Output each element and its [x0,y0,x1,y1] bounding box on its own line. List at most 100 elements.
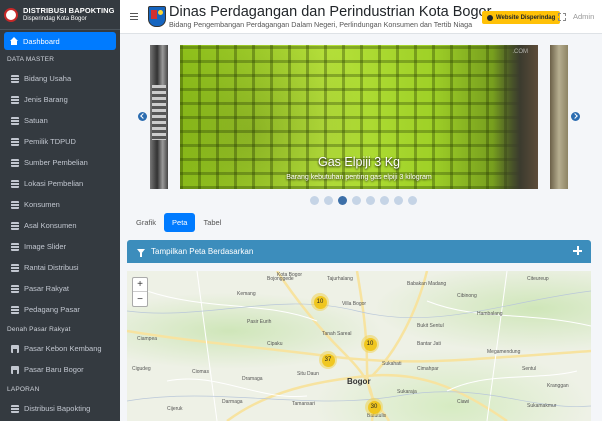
carousel-indicator[interactable] [408,196,417,205]
sidebar-item-pedagang-pasar[interactable]: Pedagang Pasar [0,299,120,320]
map-place-label: Ciawi [457,399,470,405]
sidebar-item-jenis-barang[interactable]: Jenis Barang [0,89,120,110]
section-header-denah-pasar: Denah Pasar Rakyat [7,325,71,333]
map-place-label: Cipaku [267,341,283,347]
carousel-indicator[interactable] [310,196,319,205]
fullscreen-icon[interactable] [558,13,566,21]
sidebar-item-rantai-distribusi[interactable]: Rantai Distribusi [0,257,120,278]
database-icon [11,221,19,230]
map-cluster-marker[interactable]: 30 [365,398,383,416]
sidebar-item-label: Konsumen [24,200,60,209]
sidebar-item-distribusi-bapokting[interactable]: Distribusi Bapokting [0,398,120,419]
map[interactable]: + − 10 10 37 30 Kota Bogor Bogor Ciomas Cibino… [127,271,591,421]
database-icon [11,284,19,293]
filter-label: Tampilkan Peta Berdasarkan [151,247,254,256]
sidebar-item-konsumen[interactable]: Konsumen [0,194,120,215]
map-place-label: Dramaga [242,376,263,382]
sidebar-item-dashboard[interactable]: Dashboard [4,32,116,50]
brand-logo-icon [4,7,18,22]
website-button-label: Website Disperindag [496,14,556,21]
map-place-label: Cigudeg [132,366,151,372]
carousel-prev-arrow-icon[interactable] [138,112,147,121]
carousel-indicator[interactable] [352,196,361,205]
sidebar-item-label: Jenis Barang [24,95,68,104]
database-icon [11,95,19,104]
sidebar-item-label: Pasar Rakyat [24,284,70,293]
section-header-laporan: LAPORAN [7,385,40,393]
map-cluster-marker[interactable]: 10 [361,335,379,353]
map-place-label: Pasir Eurih [247,319,272,325]
carousel-indicator[interactable] [394,196,403,205]
sidebar-item-label: Pemilik TDPUD [24,137,76,146]
sidebar-item-label: Distribusi Bapokting [24,404,91,413]
slide-watermark: .COM [512,49,528,55]
sidebar-item-sumber-pembelian[interactable]: Sumber Pembelian [0,152,120,173]
sidebar-item-bidang-usaha[interactable]: Bidang Usaha [0,68,120,89]
carousel-indicators [310,196,417,205]
map-place-label: Tamansari [292,401,316,407]
slide-caption-subtitle: Barang kebutuhan penting gas elpiji 3 ki… [286,174,432,181]
menu-toggle-icon[interactable] [130,13,138,20]
section-header-data-master: DATA MASTER [7,55,55,63]
brand-title: DISTRIBUSI BAPOKTING [23,5,115,15]
user-menu[interactable]: Admin [573,12,594,21]
map-place-label: Citeureup [527,276,549,282]
map-place-label: Bantar Jati [417,341,441,347]
map-place-label: Kranggan [547,383,569,389]
kota-bogor-logo-icon [148,6,166,27]
sidebar-item-label: Rantai Distribusi [24,263,79,272]
sidebar-item-pasar-baru-bogor[interactable]: Pasar Baru Bogor [0,359,120,380]
map-place-label: Babakan Madang [407,281,447,287]
website-disperindag-button[interactable]: Website Disperindag [482,11,561,24]
brand[interactable]: DISTRIBUSI BAPOKTING Disperindag Kota Bo… [0,0,120,30]
carousel-indicator[interactable] [338,196,347,205]
sidebar-item-pasar-rakyat[interactable]: Pasar Rakyat [0,278,120,299]
sidebar-item-label: Pedagang Pasar [24,305,80,314]
tab-peta[interactable]: Peta [164,213,196,232]
sidebar: DISTRIBUSI BAPOKTING Disperindag Kota Bo… [0,0,120,421]
filter-card-header[interactable]: Tampilkan Peta Berdasarkan [127,240,591,263]
tab-grafik[interactable]: Grafik [128,213,164,232]
carousel-indicator[interactable] [380,196,389,205]
home-icon [10,37,18,45]
zoom-in-button[interactable]: + [133,278,147,292]
map-place-label: Situ Daun [297,371,319,377]
sidebar-item-label: Bidang Usaha [24,74,72,83]
cluster-count: 37 [321,353,335,367]
carousel-indicator[interactable] [324,196,333,205]
sidebar-item-label: Pasar Kebon Kembang [24,344,102,353]
sidebar-item-satuan[interactable]: Satuan [0,110,120,131]
database-icon [11,116,19,125]
map-place-label: Hambalang [477,311,503,317]
page-title: Dinas Perdagangan dan Perindustrian Kota… [169,3,492,20]
map-cluster-marker[interactable]: 37 [319,351,337,369]
carousel-next-arrow-icon[interactable] [571,112,580,121]
database-icon [11,305,19,314]
sidebar-item-label: Satuan [24,116,48,125]
sidebar-item-lokasi-pembelian[interactable]: Lokasi Pembelian [0,173,120,194]
map-roads [127,271,591,421]
cluster-count: 30 [367,400,381,414]
image-carousel: .COM Gas Elpiji 3 Kg Barang kebutuhan pe… [120,34,602,211]
database-icon [11,74,19,83]
map-place-label: Bogor [347,377,371,386]
sidebar-item-label: Image Slider [24,242,67,251]
cluster-count: 10 [363,337,377,351]
database-icon [11,137,19,146]
carousel-indicator[interactable] [366,196,375,205]
sidebar-item-image-slider[interactable]: Image Slider [0,236,120,257]
sidebar-item-pasar-kebon-kembang[interactable]: Pasar Kebon Kembang [0,338,120,359]
page-subtitle: Bidang Pengembangan Perdagangan Dalam Ne… [169,19,473,29]
view-tabs: Grafik Peta Tabel [128,213,229,232]
carousel-next-slide-preview [550,45,568,189]
tab-tabel[interactable]: Tabel [195,213,229,232]
sidebar-item-asal-konsumen[interactable]: Asal Konsumen [0,215,120,236]
database-icon [11,242,19,251]
store-icon [11,344,19,353]
sidebar-item-pemilik-tdpud[interactable]: Pemilik TDPUD [0,131,120,152]
map-cluster-marker[interactable]: 10 [311,293,329,311]
sidebar-item-label: Asal Konsumen [24,221,77,230]
expand-plus-icon[interactable] [573,246,582,255]
zoom-out-button[interactable]: − [133,292,147,306]
map-place-label: Darmaga [222,399,243,405]
